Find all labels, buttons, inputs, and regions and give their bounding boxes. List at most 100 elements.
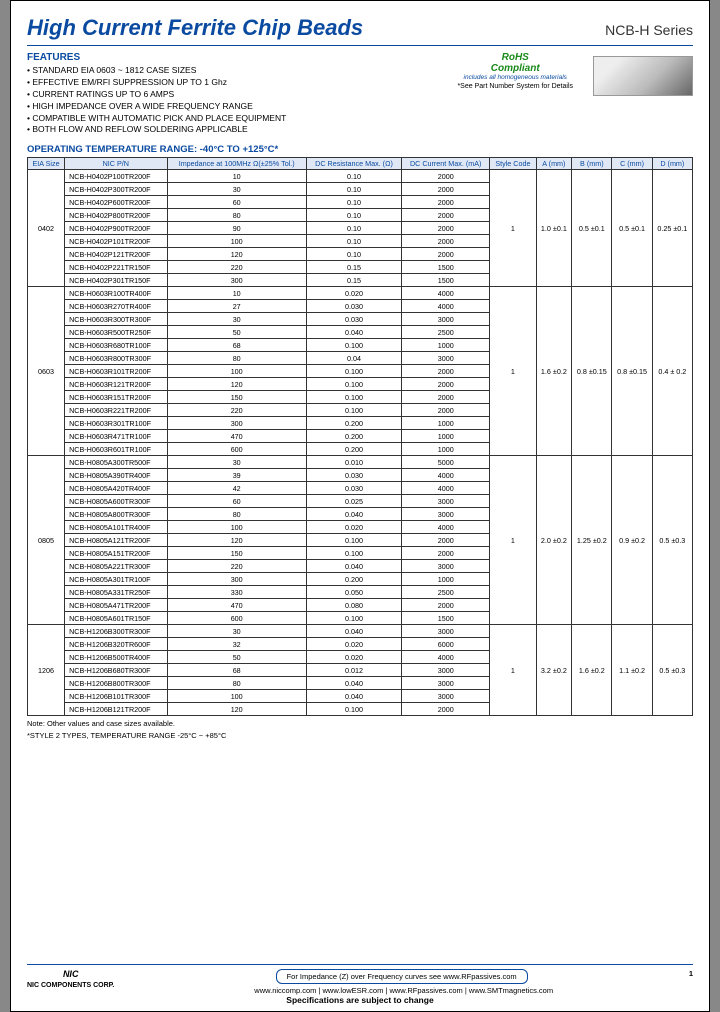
cell-pn: NCB-H0603R301TR100F — [65, 417, 167, 430]
spec-table: EIA SizeNIC P/NImpedance at 100MHz Ω(±25… — [27, 157, 693, 716]
cell-dcr: 0.200 — [306, 417, 401, 430]
cell-dci: 1000 — [402, 573, 490, 586]
cell-pn: NCB-H0402P301TR150F — [65, 274, 167, 287]
cell-pn: NCB-H0805A121TR200F — [65, 534, 167, 547]
cell-dci: 2500 — [402, 326, 490, 339]
cell-imp: 90 — [167, 222, 306, 235]
cell-dcr: 0.100 — [306, 339, 401, 352]
cell-dcr: 0.040 — [306, 690, 401, 703]
cell-imp: 30 — [167, 456, 306, 469]
cell-a: 2.0 ±0.2 — [536, 456, 572, 625]
cell-pn: NCB-H0805A101TR400F — [65, 521, 167, 534]
cell-imp: 30 — [167, 625, 306, 638]
cell-pn: NCB-H1206B680TR300F — [65, 664, 167, 677]
rohs-note: *See Part Number System for Details — [457, 83, 573, 90]
cell-dci: 2000 — [402, 547, 490, 560]
title-row: High Current Ferrite Chip Beads NCB-H Se… — [27, 15, 693, 46]
cell-imp: 39 — [167, 469, 306, 482]
cell-pn: NCB-H0805A301TR100F — [65, 573, 167, 586]
cell-dcr: 0.15 — [306, 274, 401, 287]
cell-dci: 4000 — [402, 300, 490, 313]
feature-item: STANDARD EIA 0603 ~ 1812 CASE SIZES — [27, 65, 437, 77]
cell-dci: 2000 — [402, 209, 490, 222]
col-header: D (mm) — [652, 158, 692, 170]
cell-pn: NCB-H0603R500TR250F — [65, 326, 167, 339]
table-row: 0402NCB-H0402P100TR200F100.10200011.0 ±0… — [28, 170, 693, 183]
cell-dcr: 0.050 — [306, 586, 401, 599]
cell-imp: 300 — [167, 274, 306, 287]
cell-size: 0805 — [28, 456, 65, 625]
table-row: 0805NCB-H0805A300TR500F300.010500012.0 ±… — [28, 456, 693, 469]
cell-imp: 42 — [167, 482, 306, 495]
cell-b: 0.5 ±0.1 — [572, 170, 612, 287]
cell-imp: 80 — [167, 209, 306, 222]
cell-size: 1206 — [28, 625, 65, 716]
rohs-sub: includes all homogeneous materials — [457, 74, 573, 81]
cell-imp: 150 — [167, 547, 306, 560]
cell-c: 0.9 ±0.2 — [612, 456, 652, 625]
cell-d: 0.5 ±0.3 — [652, 625, 692, 716]
cell-dci: 2000 — [402, 170, 490, 183]
logo-bottom: NIC COMPONENTS CORP. — [27, 982, 114, 989]
cell-pn: NCB-H0603R300TR300F — [65, 313, 167, 326]
cell-imp: 32 — [167, 638, 306, 651]
cell-dci: 2000 — [402, 196, 490, 209]
series-label: NCB-H Series — [605, 22, 693, 38]
cell-c: 0.5 ±0.1 — [612, 170, 652, 287]
cell-pn: NCB-H1206B800TR300F — [65, 677, 167, 690]
cell-pn: NCB-H0805A420TR400F — [65, 482, 167, 495]
cell-imp: 68 — [167, 339, 306, 352]
cell-imp: 68 — [167, 664, 306, 677]
page-title: High Current Ferrite Chip Beads — [27, 15, 363, 41]
cell-dcr: 0.200 — [306, 430, 401, 443]
chip-illustration — [593, 56, 693, 96]
cell-d: 0.4 ± 0.2 — [652, 287, 692, 456]
cell-dcr: 0.15 — [306, 261, 401, 274]
cell-b: 1.6 ±0.2 — [572, 625, 612, 716]
cell-dci: 3000 — [402, 664, 490, 677]
cell-dcr: 0.10 — [306, 170, 401, 183]
cell-a: 1.0 ±0.1 — [536, 170, 572, 287]
cell-dci: 4000 — [402, 651, 490, 664]
cell-a: 1.6 ±0.2 — [536, 287, 572, 456]
cell-dcr: 0.030 — [306, 469, 401, 482]
cell-pn: NCB-H0603R680TR100F — [65, 339, 167, 352]
cell-imp: 220 — [167, 261, 306, 274]
cell-dci: 4000 — [402, 521, 490, 534]
cell-pn: NCB-H0603R121TR200F — [65, 378, 167, 391]
cell-pn: NCB-H0603R471TR100F — [65, 430, 167, 443]
feature-item: EFFECTIVE EM/RFI SUPPRESSION UP TO 1 Ghz — [27, 77, 437, 89]
cell-dcr: 0.012 — [306, 664, 401, 677]
logo: NIC NIC COMPONENTS CORP. — [27, 969, 114, 989]
features-heading: FEATURES — [27, 52, 437, 63]
cell-dci: 1500 — [402, 274, 490, 287]
col-header: NIC P/N — [65, 158, 167, 170]
cell-pn: NCB-H0603R151TR200F — [65, 391, 167, 404]
cell-dcr: 0.100 — [306, 703, 401, 716]
temp-range: OPERATING TEMPERATURE RANGE: -40°C TO +1… — [27, 144, 693, 155]
cell-imp: 60 — [167, 495, 306, 508]
cell-pn: NCB-H0805A601TR150F — [65, 612, 167, 625]
cell-imp: 30 — [167, 183, 306, 196]
cell-pn: NCB-H0402P800TR200F — [65, 209, 167, 222]
cell-dci: 2000 — [402, 599, 490, 612]
cell-imp: 30 — [167, 313, 306, 326]
cell-imp: 300 — [167, 417, 306, 430]
note-availability: Note: Other values and case sizes availa… — [27, 719, 693, 728]
cell-b: 1.25 ±0.2 — [572, 456, 612, 625]
cell-pn: NCB-H0603R100TR400F — [65, 287, 167, 300]
cell-imp: 600 — [167, 612, 306, 625]
cell-dcr: 0.040 — [306, 625, 401, 638]
col-header: DC Resistance Max. (Ω) — [306, 158, 401, 170]
impedance-box: For Impedance (Z) over Frequency curves … — [276, 969, 528, 984]
cell-dcr: 0.040 — [306, 560, 401, 573]
cell-dci: 1500 — [402, 261, 490, 274]
cell-dci: 2000 — [402, 534, 490, 547]
cell-imp: 150 — [167, 391, 306, 404]
footer: NIC NIC COMPONENTS CORP. 1 For Impedance… — [27, 964, 693, 1005]
cell-dcr: 0.030 — [306, 313, 401, 326]
cell-dcr: 0.100 — [306, 365, 401, 378]
cell-dcr: 0.040 — [306, 508, 401, 521]
cell-imp: 50 — [167, 651, 306, 664]
cell-dcr: 0.040 — [306, 677, 401, 690]
